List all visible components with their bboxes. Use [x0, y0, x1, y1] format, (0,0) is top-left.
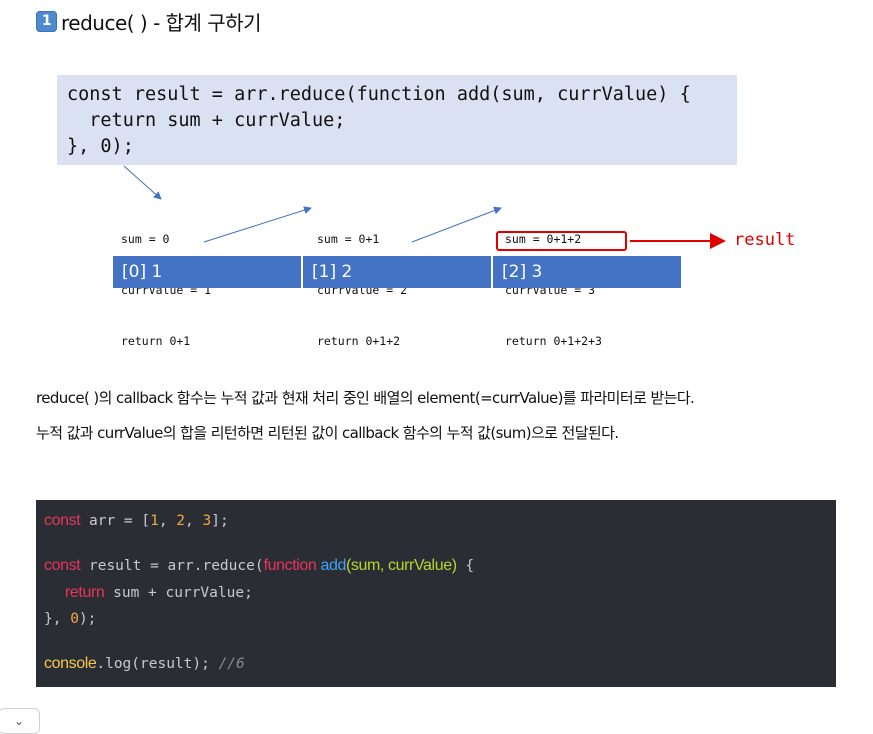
code-line: }, 0);: [44, 611, 97, 627]
arrow-initial-to-sum: [123, 165, 162, 200]
code-line: const result = arr.reduce(function add(s…: [44, 557, 475, 574]
comment: //6: [218, 656, 245, 672]
arrow-return-to-next-sum: [411, 206, 502, 243]
function-name: add: [316, 557, 346, 574]
step-return: return 0+1+2: [317, 334, 401, 348]
description-paragraph: 누적 값과 currValue의 합을 리턴하면 리턴된 값이 callback…: [36, 424, 619, 442]
description-paragraph: reduce( )의 callback 함수는 누적 값과 현재 처리 중인 배…: [36, 389, 695, 407]
keyword: return: [65, 584, 105, 601]
code-block: const arr = [1, 2, 3]; const result = ar…: [36, 500, 836, 687]
code-line: const arr = [1, 2, 3];: [44, 512, 229, 529]
code-line: console.log(result); //6: [44, 655, 245, 672]
step-return: return 0+1+2+3: [505, 334, 602, 348]
arrow-return-to-next-sum: [203, 206, 312, 243]
keyword: const: [44, 512, 81, 529]
code-line: return sum + currValue;: [65, 584, 253, 601]
collapse-toggle[interactable]: ⌄: [0, 708, 40, 734]
step-return: return 0+1: [121, 334, 191, 348]
console-object: console: [44, 655, 97, 672]
keyword: function: [263, 557, 317, 574]
flow-arrows: [123, 165, 726, 249]
params: (sum, currValue): [345, 557, 457, 574]
chevron-down-icon: ⌄: [13, 714, 25, 728]
keyword: const: [44, 557, 81, 574]
